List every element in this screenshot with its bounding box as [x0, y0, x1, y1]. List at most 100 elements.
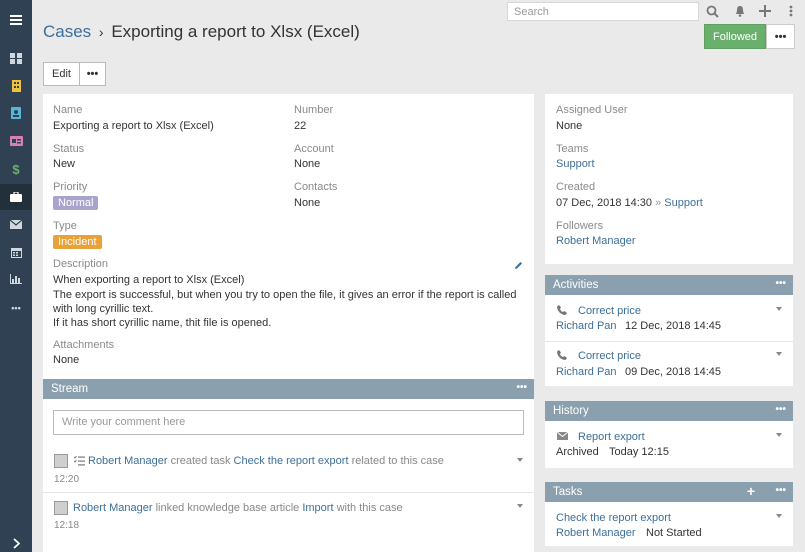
- dashboard-icon: [10, 52, 22, 64]
- sidebar-item-reports[interactable]: [0, 266, 32, 292]
- add-task-button[interactable]: +: [747, 484, 755, 498]
- type-label: Type: [53, 220, 77, 232]
- history-date: Today 12:15: [609, 446, 669, 458]
- created-date: 07 Dec, 2018 14:30: [556, 197, 653, 209]
- search-input[interactable]: [507, 2, 699, 21]
- activities-panel: Activities ••• Correct price Richard Pan…: [545, 275, 793, 386]
- note-target-link[interactable]: Import: [302, 502, 333, 514]
- created-value: 07 Dec, 2018 14:30 » Support: [556, 197, 703, 209]
- assigned-user-value: None: [556, 120, 583, 132]
- priority-label: Priority: [53, 181, 88, 193]
- teams-link[interactable]: Support: [556, 158, 595, 170]
- description-label: Description: [53, 258, 109, 270]
- tasks-icon: [74, 456, 85, 466]
- edit-button[interactable]: Edit: [43, 62, 80, 86]
- breadcrumb-cases-link[interactable]: Cases: [43, 22, 91, 41]
- sidebar-expand[interactable]: [0, 530, 32, 552]
- sidebar-item-opportunities[interactable]: $: [0, 156, 32, 182]
- followers-label: Followers: [556, 220, 604, 232]
- sidebar-item-accounts[interactable]: [0, 73, 32, 99]
- name-value: Exporting a report to Xlsx (Excel): [53, 120, 214, 132]
- activity-user-link[interactable]: Richard Pan: [556, 366, 617, 378]
- comment-input[interactable]: [53, 410, 524, 435]
- user-menu-button[interactable]: [783, 3, 799, 19]
- activity-name-link[interactable]: Correct price: [578, 350, 641, 362]
- tasks-menu-button[interactable]: •••: [775, 486, 786, 496]
- name-label: Name: [53, 104, 83, 116]
- followed-button[interactable]: Followed: [704, 24, 767, 49]
- activities-title: Activities: [553, 279, 599, 291]
- divider: [43, 492, 534, 493]
- chevron-right-icon: [12, 537, 20, 549]
- activity-name-link[interactable]: Correct price: [578, 305, 641, 317]
- activities-menu-button[interactable]: •••: [775, 279, 786, 289]
- created-team-link[interactable]: Support: [664, 197, 703, 209]
- sidebar-item-calendar[interactable]: [0, 239, 32, 265]
- phone-icon: [557, 305, 567, 315]
- description-line: The export is successful, but when you t…: [53, 289, 517, 301]
- history-menu-button[interactable]: •••: [775, 405, 786, 415]
- assigned-user-label: Assigned User: [556, 104, 628, 116]
- tasks-title: Tasks: [553, 486, 583, 498]
- assignment-panel: Assigned User None Teams Support Created…: [545, 94, 793, 264]
- notifications-button[interactable]: [732, 3, 748, 19]
- task-name-link[interactable]: Check the report export: [556, 512, 671, 524]
- edit-button-group: Edit •••: [43, 62, 106, 86]
- note-action: linked knowledge base article: [155, 502, 300, 514]
- sidebar-item-leads[interactable]: [0, 128, 32, 154]
- note-dropdown-caret[interactable]: [517, 504, 523, 508]
- sidebar-item-contacts[interactable]: [0, 100, 32, 126]
- activity-dropdown-caret[interactable]: [776, 352, 782, 356]
- bell-icon: [736, 6, 744, 17]
- history-panel: History ••• Report export Archived Today…: [545, 401, 793, 468]
- pencil-icon[interactable]: [514, 261, 523, 270]
- history-title: History: [553, 405, 589, 417]
- stream-menu-button[interactable]: •••: [516, 383, 527, 393]
- avatar: [54, 454, 68, 468]
- sidebar-item-dashboard[interactable]: [0, 45, 32, 71]
- created-separator: »: [655, 197, 662, 209]
- bar-chart-icon: [10, 274, 22, 284]
- quick-create-button[interactable]: [757, 3, 773, 19]
- note-suffix: with this case: [336, 502, 403, 514]
- note-user-link[interactable]: Robert Manager: [73, 502, 153, 514]
- search-button[interactable]: [704, 3, 720, 19]
- calendar-icon: [10, 247, 22, 258]
- sidebar-item-more[interactable]: •••: [0, 295, 32, 321]
- sidebar-item-cases[interactable]: [0, 184, 32, 210]
- task-dropdown-caret[interactable]: [776, 514, 782, 518]
- sidebar-toggle[interactable]: [0, 7, 32, 33]
- tasks-panel: Tasks + ••• Check the report export Robe…: [545, 482, 793, 546]
- description-line: When exporting a report to Xlsx (Excel): [53, 274, 245, 286]
- history-name-link[interactable]: Report export: [578, 431, 645, 443]
- vertical-dots-icon: [789, 5, 793, 17]
- activity-dropdown-caret[interactable]: [776, 307, 782, 311]
- task-status: Not Started: [646, 527, 702, 539]
- envelope-icon: [557, 432, 568, 440]
- breadcrumb: Cases › Exporting a report to Xlsx (Exce…: [43, 22, 360, 42]
- id-card-icon: [9, 136, 23, 146]
- breadcrumb-separator: ›: [98, 24, 104, 40]
- follow-button-group: Followed •••: [704, 24, 796, 49]
- edit-more-button[interactable]: •••: [79, 62, 106, 86]
- contacts-label: Contacts: [294, 181, 338, 193]
- note-time: 12:20: [54, 474, 80, 485]
- sidebar: $ •••: [0, 0, 32, 552]
- history-status: Archived: [556, 446, 599, 458]
- task-user-link[interactable]: Robert Manager: [556, 527, 636, 539]
- activity-date: 09 Dec, 2018 14:45: [625, 366, 722, 378]
- stream-title: Stream: [51, 383, 89, 395]
- history-header: History •••: [545, 401, 793, 421]
- status-label: Status: [53, 143, 85, 155]
- tasks-header: Tasks + •••: [545, 482, 793, 502]
- followers-link[interactable]: Robert Manager: [556, 235, 636, 247]
- note-target-link[interactable]: Check the report export: [234, 455, 349, 467]
- note-dropdown-caret[interactable]: [517, 458, 523, 462]
- note-suffix: related to this case: [351, 455, 444, 467]
- history-dropdown-caret[interactable]: [776, 433, 782, 437]
- activity-user-link[interactable]: Richard Pan: [556, 320, 617, 332]
- note-user-link[interactable]: Robert Manager: [88, 455, 168, 467]
- menu-icon: [10, 15, 22, 25]
- header-more-button[interactable]: •••: [766, 24, 796, 49]
- sidebar-item-email[interactable]: [0, 211, 32, 237]
